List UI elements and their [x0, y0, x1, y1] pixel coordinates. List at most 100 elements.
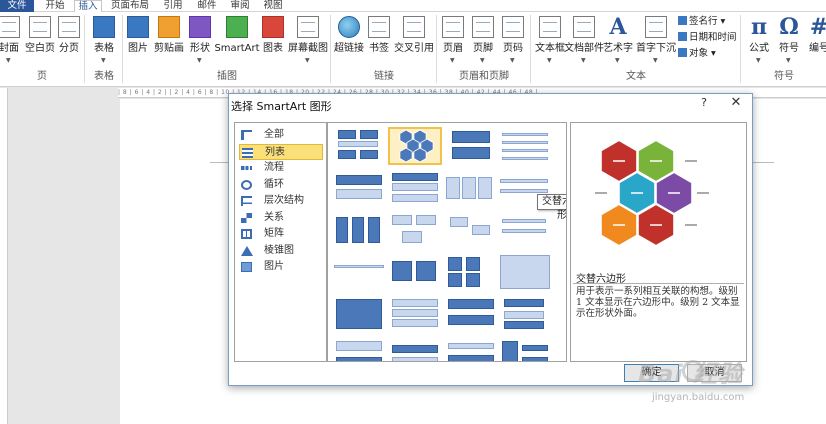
ribbon-button-label: 公式 — [749, 43, 769, 54]
cover-page-button[interactable]: 封面 ▼ — [0, 14, 20, 70]
smartart-dialog: 选择 SmartArt 图形 ? ✕ 全部 列表 流程 循环 层次结构 关系 矩阵 棱锥图 图片… — [228, 93, 753, 386]
table-button[interactable]: 表格 ▼ — [92, 14, 116, 70]
header-button[interactable]: 页眉 ▼ — [442, 14, 464, 70]
close-button[interactable]: ✕ — [729, 96, 743, 110]
symbol-button[interactable]: Ω 符号 ▼ — [778, 14, 800, 70]
category-item-3[interactable]: 循环 — [239, 177, 323, 193]
layout-thumbnail-12[interactable] — [332, 253, 386, 291]
category-item-5[interactable]: 关系 — [239, 210, 323, 226]
page-break-button[interactable]: 分页 — [58, 14, 80, 70]
pyramid-icon — [241, 245, 253, 256]
layout-tooltip: 交替六边形 — [537, 194, 566, 221]
layout-thumbnail-10[interactable] — [444, 211, 498, 249]
tab-5[interactable]: 邮件 — [194, 0, 220, 12]
chevron-down-icon: ▼ — [305, 57, 310, 64]
layout-thumbnail-22[interactable] — [444, 335, 498, 361]
signature-line-button[interactable]: 签名行 ▾ — [678, 16, 725, 28]
screenshot-button[interactable]: 屏幕截图 ▼ — [288, 14, 328, 70]
category-item-6[interactable]: 矩阵 — [239, 226, 323, 242]
thumbnail-shape — [392, 345, 438, 353]
layout-thumbnail-1[interactable] — [388, 127, 442, 165]
header-icon — [442, 16, 464, 38]
category-item-4[interactable]: 层次结构 — [239, 193, 323, 209]
tab-4[interactable]: 引用 — [160, 0, 186, 12]
thumbnail-shape — [502, 229, 546, 233]
thumbnail-shape — [500, 189, 548, 193]
layout-thumbnail-2[interactable] — [444, 127, 498, 165]
clip-art-icon — [158, 16, 180, 38]
layout-thumbnail-19[interactable] — [498, 295, 552, 333]
category-label: 全部 — [264, 129, 284, 140]
layout-thumbnail-14[interactable] — [444, 253, 498, 291]
ribbon-button-label: 分页 — [59, 43, 79, 54]
layout-thumbnail-9[interactable] — [388, 211, 442, 249]
tab-1[interactable]: 开始 — [42, 0, 68, 12]
category-item-1[interactable]: 列表 — [239, 143, 323, 160]
picture-icon — [241, 262, 252, 272]
layout-thumbnail-0[interactable] — [332, 127, 386, 165]
small-button-label: 对象 ▾ — [689, 48, 716, 59]
ribbon-button-label: 表格 — [94, 43, 114, 54]
ribbon-button-label: 符号 — [779, 43, 799, 54]
footer-button[interactable]: 页脚 ▼ — [472, 14, 494, 70]
bookmark-button[interactable]: 书签 — [368, 14, 390, 70]
layout-thumbnail-21[interactable] — [388, 335, 442, 361]
picture-button[interactable]: 图片 — [127, 14, 149, 70]
layout-thumbnail-4[interactable] — [332, 169, 386, 207]
text-box-button[interactable]: 文本框 ▼ — [535, 14, 565, 70]
group-label-3: 链接 — [374, 71, 394, 82]
hexagon-shape — [413, 147, 427, 163]
layout-thumbnail-3[interactable] — [498, 127, 552, 165]
layout-thumbnail-11[interactable] — [498, 211, 552, 249]
layout-thumbnail-18[interactable] — [444, 295, 498, 333]
hexagon-shape — [399, 147, 413, 163]
cross-reference-button[interactable]: 交叉引用 — [394, 14, 434, 70]
shapes-button[interactable]: 形状 ▼ — [189, 14, 211, 70]
layout-thumbnail-17[interactable] — [388, 295, 442, 333]
hyperlink-button[interactable]: 超链接 — [334, 14, 364, 70]
layout-thumbnail-23[interactable] — [498, 335, 552, 361]
equation-button[interactable]: π 公式 ▼ — [748, 14, 770, 70]
thumbnail-shape — [392, 357, 438, 361]
signature-line-icon — [678, 16, 687, 25]
group-label-5: 文本 — [626, 71, 646, 82]
chevron-down-icon: ▼ — [786, 57, 791, 64]
page-number-button[interactable]: 页码 ▼ — [502, 14, 524, 70]
layout-thumbnail-8[interactable] — [332, 211, 386, 249]
numbering-button[interactable]: # 编号 — [808, 14, 826, 70]
layout-thumbnail-20[interactable] — [332, 335, 386, 361]
bookmark-icon — [368, 16, 390, 38]
group-separator — [84, 15, 85, 83]
thumbnail-shape — [448, 299, 494, 309]
date-time-button[interactable]: 日期和时间 — [678, 32, 737, 44]
clip-art-button[interactable]: 剪贴画 — [154, 14, 184, 70]
chart-button[interactable]: 图表 — [262, 14, 284, 70]
category-item-0[interactable]: 全部 — [239, 127, 323, 143]
layout-thumbnail-16[interactable] — [332, 295, 386, 333]
tab-3[interactable]: 页面布局 — [108, 0, 152, 12]
layout-thumbnail-13[interactable] — [388, 253, 442, 291]
ribbon-button-label: 形状 — [190, 43, 210, 54]
layout-thumbnail-15[interactable] — [498, 253, 552, 291]
drop-cap-button[interactable]: 首字下沉 ▼ — [636, 14, 676, 70]
layout-thumbnail-6[interactable] — [444, 169, 498, 207]
blank-page-button[interactable]: 空白页 — [25, 14, 55, 70]
layout-thumbnail-5[interactable] — [388, 169, 442, 207]
thumbnail-shape — [466, 257, 480, 271]
help-button[interactable]: ? — [697, 96, 711, 110]
thumbnail-shape — [502, 149, 548, 152]
quick-parts-button[interactable]: 文档部件 ▼ — [564, 14, 604, 70]
category-item-2[interactable]: 流程 — [239, 160, 323, 176]
category-item-8[interactable]: 图片 — [239, 259, 323, 275]
wordart-button[interactable]: A 艺术字 ▼ — [603, 14, 633, 70]
thumbnail-shape — [450, 217, 468, 227]
smartart-button[interactable]: SmartArt — [214, 14, 260, 70]
tab-0[interactable]: 文件 — [0, 0, 34, 12]
category-item-7[interactable]: 棱锥图 — [239, 243, 323, 259]
tab-7[interactable]: 视图 — [260, 0, 286, 12]
thumbnail-shape — [452, 131, 490, 143]
blank-page-icon — [29, 16, 51, 38]
object-button[interactable]: 对象 ▾ — [678, 48, 716, 60]
tab-6[interactable]: 审阅 — [227, 0, 253, 12]
thumbnail-shape — [502, 341, 518, 361]
